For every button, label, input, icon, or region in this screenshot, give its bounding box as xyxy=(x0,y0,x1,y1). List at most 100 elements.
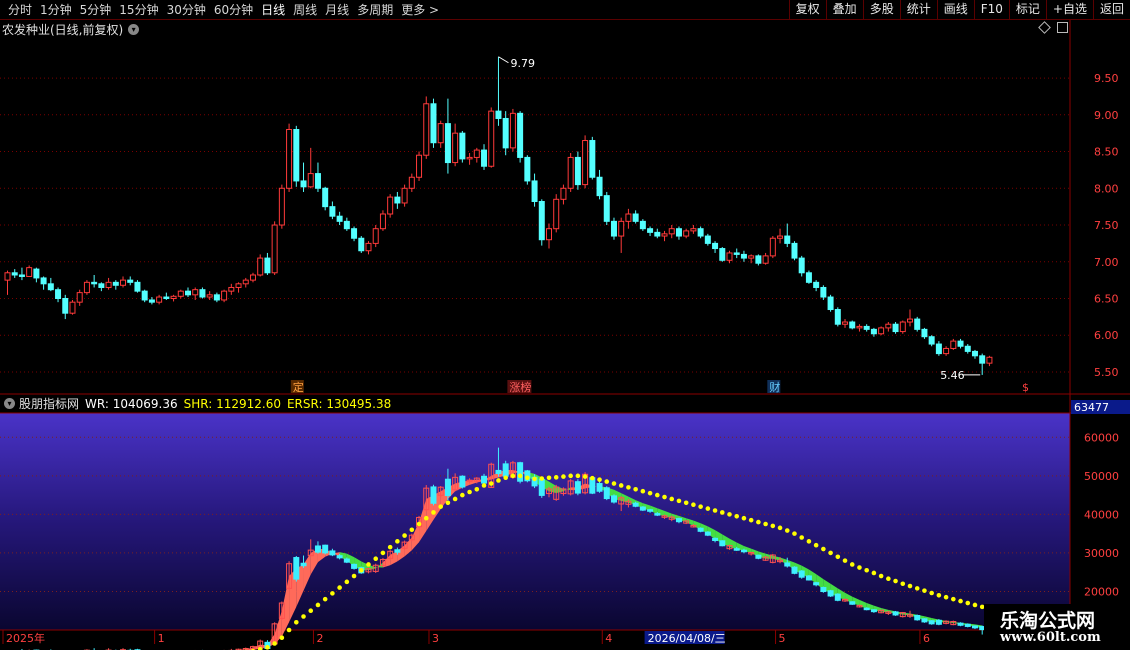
ersr-dot xyxy=(806,539,812,544)
toolbar-button[interactable]: 复权 xyxy=(788,0,826,19)
indicator-candle-body xyxy=(849,601,856,605)
candle-body xyxy=(914,318,921,330)
high-label: 9.79 xyxy=(510,57,534,70)
toolbar-button[interactable]: F10 xyxy=(973,0,1009,19)
ribbon-segment xyxy=(902,612,910,616)
ribbon-segment xyxy=(953,622,961,625)
toolbar-button[interactable]: 画线 xyxy=(936,0,974,19)
indicator-candle-body xyxy=(509,462,516,478)
period-tab[interactable]: 5分钟 xyxy=(80,1,112,18)
period-tab[interactable]: 多周期 xyxy=(357,1,393,18)
indicator-candle-body xyxy=(358,567,365,574)
indicator-candle-body xyxy=(798,570,805,578)
candle-body xyxy=(141,290,148,301)
chevron-down-icon[interactable]: ▾ xyxy=(128,23,140,35)
candle-body xyxy=(213,294,220,301)
ersr-dot xyxy=(719,510,725,515)
ribbon-segment xyxy=(339,552,347,561)
candle-body xyxy=(351,228,358,239)
indicator-candle-body xyxy=(921,618,928,623)
ersr-dot xyxy=(763,521,768,527)
indicator-candle-body xyxy=(387,550,394,559)
ribbon-segment xyxy=(830,583,838,598)
candle-body xyxy=(177,290,184,297)
period-tab[interactable]: 60分钟 xyxy=(214,1,253,18)
event-marker-label: 涨榜 xyxy=(509,380,531,394)
price-annotations: 9.79 5.46 xyxy=(498,56,981,382)
ribbon-segment xyxy=(505,470,513,476)
ribbon-segment xyxy=(816,574,824,590)
period-tab[interactable]: 30分钟 xyxy=(167,1,206,18)
ribbon-segment xyxy=(585,483,593,489)
period-tab[interactable]: 月线 xyxy=(325,1,349,18)
ersr-dot xyxy=(467,489,472,495)
ribbon-segment xyxy=(447,483,456,499)
ribbon-segment xyxy=(303,552,311,591)
stock-chart[interactable]: 5.50 6.00 6.50 7.00 7.50 8.00 8.50 9.00 9.50 2000… xyxy=(0,0,1130,650)
candle-body xyxy=(192,289,199,296)
ersr-dot xyxy=(503,475,508,481)
period-tab[interactable]: 15分钟 xyxy=(119,1,158,18)
ribbon-segment xyxy=(917,614,925,621)
ribbon-segment xyxy=(520,471,528,476)
candle-body xyxy=(755,255,762,264)
ersr-dot xyxy=(647,490,653,496)
candle-body xyxy=(481,149,488,167)
ribbon-segment xyxy=(866,602,874,611)
period-tab[interactable]: 周线 xyxy=(293,1,317,18)
price-tick-label: 7.50 xyxy=(1094,219,1119,232)
toolbar-button[interactable]: 返回 xyxy=(1092,0,1130,19)
indicator-candle-body xyxy=(733,548,740,551)
period-tab[interactable]: 分时 xyxy=(8,1,32,18)
event-marker-bg xyxy=(507,380,532,393)
candle-body xyxy=(639,220,646,230)
ribbon-segment xyxy=(845,592,853,604)
ersr-dot xyxy=(481,483,487,488)
ersr-dot xyxy=(351,573,357,579)
ersr-dot xyxy=(712,508,718,513)
toolbar-button[interactable]: 多股 xyxy=(862,0,900,19)
ribbon-segment xyxy=(563,487,571,492)
ribbon-segment xyxy=(556,485,564,494)
event-marker-bg xyxy=(767,380,781,393)
chevron-down-icon[interactable]: ▾ xyxy=(4,398,15,409)
ersr-dot xyxy=(633,487,638,492)
toolbar-button[interactable]: 统计 xyxy=(899,0,937,19)
period-tab[interactable]: 更多 > xyxy=(401,1,439,18)
indicator-candle-body xyxy=(416,516,423,528)
candle-body xyxy=(55,289,62,300)
axis-tick-labels: 5.50 6.00 6.50 7.00 7.50 8.00 8.50 9.00 9.50 2000… xyxy=(1084,72,1119,598)
indicator-candle-body xyxy=(596,483,603,492)
ribbon-segment xyxy=(888,609,896,614)
candle-body xyxy=(18,274,25,277)
period-tab[interactable]: 日线 xyxy=(261,1,285,18)
ribbon-segment xyxy=(621,493,629,503)
candle-body xyxy=(907,318,913,323)
indicator-candle-body xyxy=(928,620,935,625)
candle-body xyxy=(26,267,33,277)
candle-body xyxy=(271,224,278,274)
ersr-dot xyxy=(842,558,848,563)
candle-body xyxy=(553,198,560,230)
maximize-icon[interactable] xyxy=(1057,22,1068,33)
candle-body xyxy=(257,257,264,276)
ersr-dot xyxy=(597,477,602,482)
toolbar-button[interactable]: 叠加 xyxy=(825,0,863,19)
ribbon-segment xyxy=(938,619,947,623)
toolbar-button[interactable]: 标记 xyxy=(1008,0,1046,19)
ersr-dotted-line xyxy=(244,473,992,650)
period-tab[interactable]: 1分钟 xyxy=(40,1,72,18)
ribbon-segment xyxy=(476,479,485,483)
ribbon-segment xyxy=(390,550,398,566)
candle-body xyxy=(264,257,271,274)
ersr-dot xyxy=(568,473,573,479)
x-axis-label: 4 xyxy=(605,632,612,645)
ersr-dot xyxy=(315,602,321,608)
ribbon-segment xyxy=(397,545,405,562)
ersr-dot xyxy=(474,487,480,492)
toolbar-button[interactable]: +自选 xyxy=(1045,0,1093,19)
diamond-icon[interactable] xyxy=(1038,21,1051,34)
ersr-dot xyxy=(452,496,458,502)
ersr-dot xyxy=(886,576,891,582)
candle-body xyxy=(610,220,617,237)
